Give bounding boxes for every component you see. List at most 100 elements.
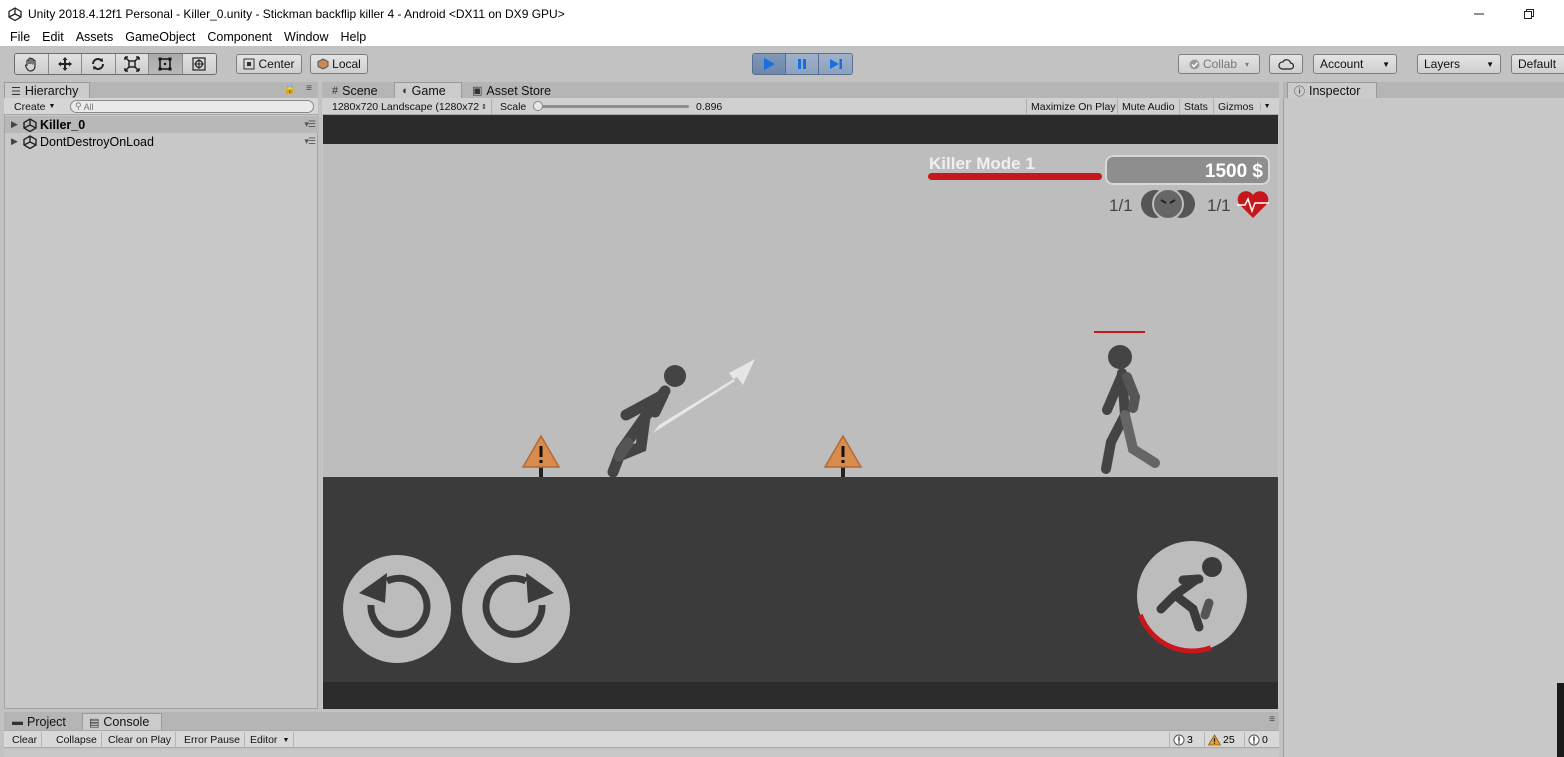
enemy-health-bar [1094, 331, 1145, 333]
collab-dropdown[interactable]: Collab ▾ [1178, 54, 1260, 74]
space-label: Local [332, 57, 361, 71]
log-count-toggle[interactable]: 3 [1169, 732, 1196, 748]
scale-slider-track[interactable] [534, 105, 689, 108]
scale-slider-thumb[interactable] [533, 101, 543, 111]
tab-inspector-label: Inspector [1309, 84, 1361, 98]
scale-icon [124, 56, 140, 72]
hierarchy-row-dontdestroy[interactable]: ▶ DontDestroyOnLoad ▾☰ [5, 133, 319, 150]
pivot-center-button[interactable]: Center [236, 54, 302, 74]
search-icon: ⚲ [75, 101, 82, 111]
collapse-toggle[interactable]: Collapse [52, 732, 102, 748]
menu-assets[interactable]: Assets [70, 30, 120, 44]
game-view: Killer Mode 1 1500 $ 1/1 1/1 [322, 115, 1279, 709]
dropdown-arrow-icon: ▼ [48, 103, 56, 110]
game-canvas[interactable]: Killer Mode 1 1500 $ 1/1 1/1 [323, 115, 1278, 709]
row-menu-icon[interactable]: ▾☰ [304, 119, 316, 130]
local-cube-icon [317, 58, 329, 70]
cloud-button[interactable] [1269, 54, 1303, 74]
account-dropdown[interactable]: Account ▼ [1313, 54, 1397, 74]
menu-edit[interactable]: Edit [36, 30, 70, 44]
layers-label: Layers [1424, 57, 1461, 71]
pause-button[interactable] [786, 54, 819, 74]
menu-component[interactable]: Component [201, 30, 278, 44]
tab-game[interactable]: ◖ Game [394, 82, 462, 99]
tab-console[interactable]: ▤ Console [82, 713, 162, 730]
check-circle-icon [1189, 59, 1200, 69]
step-button[interactable] [819, 54, 852, 74]
minimize-icon [1474, 13, 1484, 15]
move-tool-button[interactable] [48, 54, 82, 74]
lock-icon[interactable]: 🔒 [284, 84, 296, 95]
warning-count: 25 [1223, 734, 1235, 746]
transform-tools [14, 53, 217, 75]
menu-help[interactable]: Help [334, 30, 372, 44]
transform-tool-button[interactable] [182, 54, 216, 74]
expand-arrow-icon[interactable]: ▶ [11, 119, 23, 130]
resolution-dropdown[interactable]: 1280x720 Landscape (1280x72 ⇕ [328, 99, 492, 114]
letterbox-bottom [323, 682, 1278, 709]
pivot-icon [243, 58, 255, 70]
maximize-on-play-toggle[interactable]: Maximize On Play [1026, 99, 1120, 114]
pivot-label: Center [258, 57, 295, 71]
lives-counter: 1/1 [1207, 196, 1231, 215]
clear-button[interactable]: Clear [8, 732, 43, 748]
space-local-button[interactable]: Local [310, 54, 368, 74]
center-tabbar: # Scene ◖ Game ▣ Asset Store [322, 82, 1279, 99]
editor-dropdown[interactable]: Editor ▼ [246, 732, 295, 748]
hand-tool-button[interactable] [15, 54, 49, 74]
tab-inspector[interactable]: ⓘ Inspector [1287, 82, 1377, 99]
warning-count-toggle[interactable]: 25 [1204, 732, 1238, 748]
menu-window[interactable]: Window [278, 30, 334, 44]
rotate-left-button[interactable] [343, 555, 451, 663]
scale-label: Scale [500, 100, 527, 113]
hierarchy-search-input[interactable]: ⚲ All [70, 100, 314, 113]
panel-menu-icon[interactable]: ≡ [306, 83, 312, 94]
error-icon [1248, 734, 1260, 746]
inspector-panel [1283, 98, 1564, 757]
dropdown-arrow-icon: ▼ [1259, 103, 1271, 110]
unity-editor-window: Unity 2018.4.12f1 Personal - Killer_0.un… [0, 0, 1564, 757]
create-dropdown[interactable]: Create ▼ [10, 99, 59, 114]
mute-audio-toggle[interactable]: Mute Audio [1117, 99, 1179, 114]
window-title: Unity 2018.4.12f1 Personal - Killer_0.un… [28, 7, 565, 21]
minimize-button[interactable] [1456, 0, 1502, 28]
expand-arrow-icon[interactable]: ▶ [11, 136, 23, 147]
tab-hierarchy-label: Hierarchy [24, 84, 79, 98]
clear-on-play-toggle[interactable]: Clear on Play [104, 732, 177, 748]
play-button[interactable] [753, 54, 786, 74]
enemy-faces-icon [1141, 188, 1195, 220]
menu-file[interactable]: File [0, 30, 36, 44]
hierarchy-subbar: Create ▼ ⚲ All [4, 98, 318, 115]
menu-gameobject[interactable]: GameObject [119, 30, 201, 44]
hierarchy-row-killer0[interactable]: ▶ Killer_0 ▾☰ [5, 116, 319, 133]
rect-tool-button[interactable] [149, 54, 183, 74]
error-pause-toggle[interactable]: Error Pause [180, 732, 246, 748]
rect-transform-icon [158, 57, 172, 71]
tab-asset-store[interactable]: ▣ Asset Store [466, 82, 566, 99]
restore-button[interactable] [1506, 0, 1552, 28]
warning-icon [1208, 734, 1221, 746]
layout-dropdown[interactable]: Default [1511, 54, 1564, 74]
log-count: 3 [1187, 734, 1193, 746]
panel-menu-icon[interactable]: ≡ [1269, 714, 1275, 725]
step-icon [829, 59, 842, 69]
row-menu-icon[interactable]: ▾☰ [304, 136, 316, 147]
error-count-toggle[interactable]: 0 [1244, 732, 1271, 748]
console-toolbar: Clear Collapse Clear on Play Error Pause… [4, 730, 1279, 748]
tab-project[interactable]: ▬ Project [6, 713, 78, 730]
list-icon: ☰ [11, 85, 21, 98]
rotate-right-button[interactable] [462, 555, 570, 663]
rotate-icon [92, 58, 105, 70]
rotate-tool-button[interactable] [82, 54, 116, 74]
stats-toggle[interactable]: Stats [1179, 99, 1212, 114]
scale-tool-button[interactable] [115, 54, 149, 74]
tab-scene[interactable]: # Scene [326, 82, 392, 99]
playback-controls [752, 53, 853, 75]
restore-icon [1524, 9, 1534, 19]
gizmos-dropdown[interactable]: Gizmos ▼ [1213, 99, 1275, 114]
error-count: 0 [1262, 734, 1268, 746]
layers-dropdown[interactable]: Layers ▼ [1417, 54, 1501, 74]
tab-hierarchy[interactable]: ☰ Hierarchy [4, 82, 90, 99]
unity-scene-icon [23, 134, 37, 149]
hierarchy-row-label: Killer_0 [40, 117, 86, 132]
